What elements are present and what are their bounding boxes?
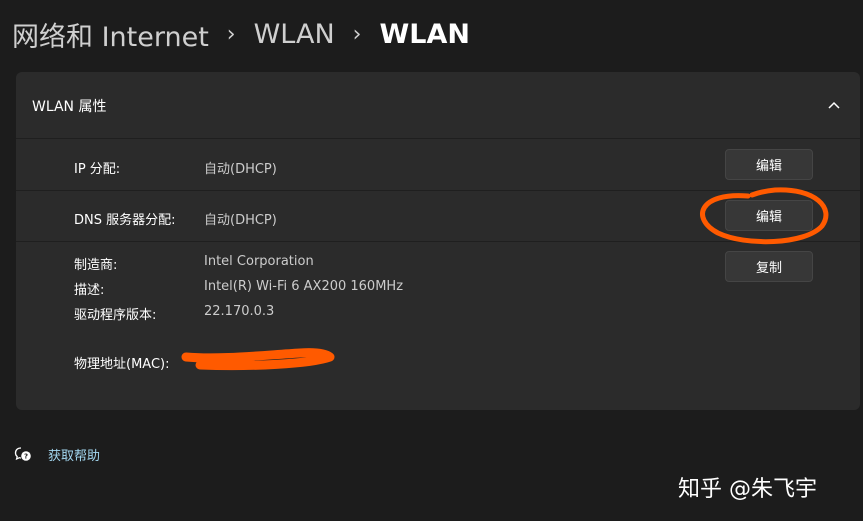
dns-edit-button[interactable]: 编辑 bbox=[725, 200, 813, 231]
watermark: 知乎 @朱飞宇 bbox=[678, 477, 817, 502]
breadcrumb-network-internet[interactable]: 网络和 Internet bbox=[12, 15, 209, 54]
copy-button[interactable]: 复制 bbox=[725, 251, 813, 282]
chevron-right-icon: › bbox=[352, 21, 362, 47]
divider bbox=[16, 190, 860, 191]
description-label: 描述: bbox=[74, 283, 105, 298]
svg-text:?: ? bbox=[24, 453, 28, 461]
divider bbox=[16, 241, 860, 242]
driver-version-value: 22.170.0.3 bbox=[204, 304, 275, 319]
mac-address-label: 物理地址(MAC): bbox=[74, 357, 170, 372]
chevron-right-icon: › bbox=[226, 21, 236, 47]
breadcrumb: 网络和 Internet › WLAN › WLAN bbox=[12, 14, 470, 54]
ip-assignment-label: IP 分配: bbox=[74, 162, 121, 177]
page-title: WLAN bbox=[379, 18, 470, 50]
driver-version-label: 驱动程序版本: bbox=[74, 308, 157, 323]
dns-assignment-label: DNS 服务器分配: bbox=[74, 213, 176, 228]
description-value: Intel(R) Wi-Fi 6 AX200 160MHz bbox=[204, 279, 404, 294]
divider bbox=[16, 138, 860, 139]
get-help-row: ? 获取帮助 bbox=[14, 444, 100, 464]
manufacturer-value: Intel Corporation bbox=[204, 254, 314, 269]
chevron-up-icon[interactable] bbox=[826, 99, 842, 111]
card-title: WLAN 属性 bbox=[32, 99, 107, 115]
manufacturer-label: 制造商: bbox=[74, 258, 118, 273]
dns-assignment-value: 自动(DHCP) bbox=[204, 213, 277, 228]
ip-edit-button[interactable]: 编辑 bbox=[725, 149, 813, 180]
wlan-properties-card: WLAN 属性 IP 分配: 自动(DHCP) 编辑 DNS 服务器分配: 自动… bbox=[16, 72, 860, 410]
ip-assignment-value: 自动(DHCP) bbox=[204, 162, 277, 177]
get-help-link[interactable]: 获取帮助 bbox=[48, 445, 100, 464]
wlan-properties-header[interactable]: WLAN 属性 bbox=[16, 72, 860, 138]
help-chat-icon: ? bbox=[14, 447, 31, 461]
breadcrumb-wlan[interactable]: WLAN bbox=[254, 19, 335, 50]
